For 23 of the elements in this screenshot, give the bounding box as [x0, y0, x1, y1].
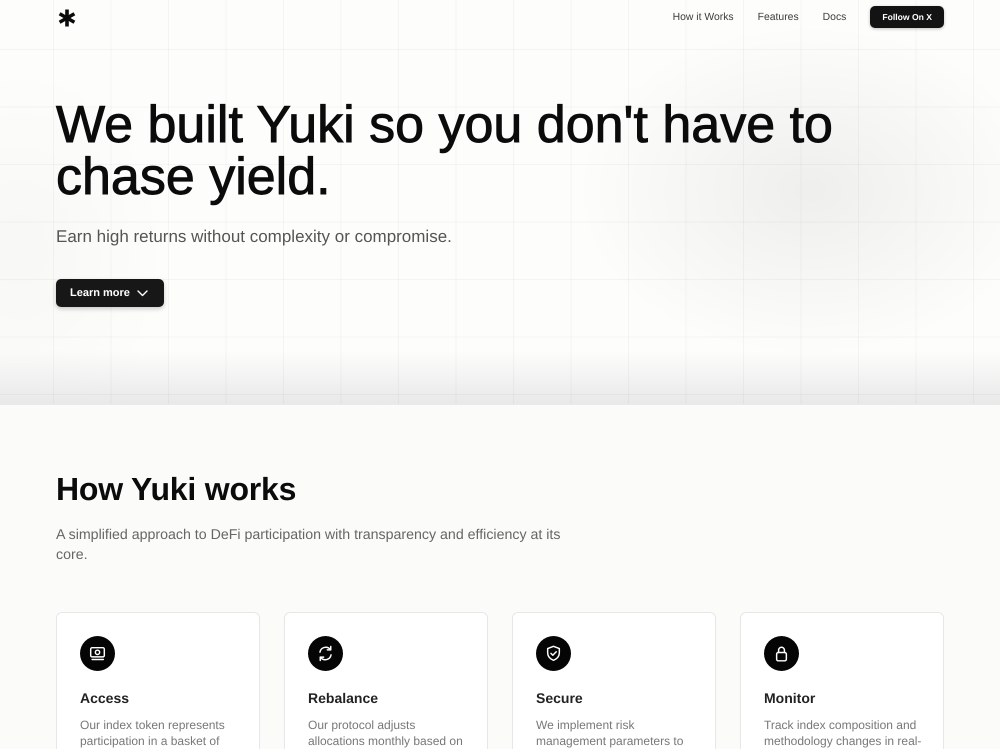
shield-check-icon — [536, 636, 571, 671]
card-description: Track index composition and methodology changes in real- — [764, 717, 922, 749]
card-description: We implement risk management parameters to — [536, 717, 684, 749]
nav-link[interactable]: How it Works — [672, 12, 734, 22]
card-title: Rebalance — [308, 689, 380, 707]
card-title: Secure — [536, 689, 584, 707]
card-description: Our index token represents participation in a basket of — [80, 717, 226, 749]
chevron-down-icon — [136, 290, 148, 296]
card-title: Access — [80, 689, 130, 707]
section-description: A simplified approach to DeFi participation with transparency and efficiency at its core. — [56, 526, 562, 565]
learn-more-button[interactable]: Learn more — [56, 279, 164, 307]
nav-link[interactable]: Features — [758, 12, 799, 22]
refresh-icon — [308, 636, 343, 671]
asterisk-logo-icon[interactable] — [58, 9, 76, 27]
hero-subtitle: Earn high returns without complexity or compromise. — [56, 226, 453, 248]
follow-button[interactable]: Follow On X — [870, 6, 944, 28]
padlock-icon — [764, 636, 799, 671]
card-description: Our protocol adjusts allocations monthly based on — [308, 717, 464, 749]
nav-link[interactable]: Docs — [822, 12, 846, 22]
hero-heading: We built Yuki so you don't have to chase yield. — [56, 99, 834, 203]
section-heading: How Yuki works — [56, 470, 298, 508]
banknote-icon — [80, 636, 115, 671]
card-title: Monitor — [764, 689, 816, 707]
